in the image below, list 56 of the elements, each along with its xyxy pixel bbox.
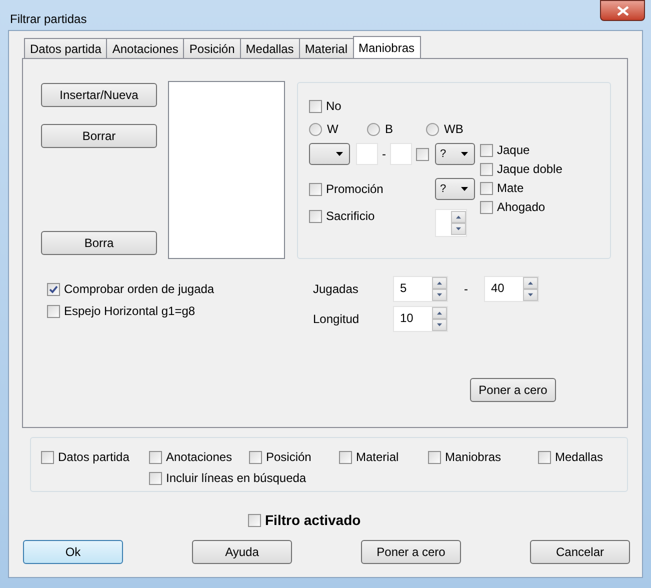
to-field[interactable] [390, 143, 412, 165]
filter-active-checkbox[interactable]: Filtro activado [248, 512, 361, 528]
reset-button[interactable]: Poner a cero [361, 540, 461, 564]
no-checkbox[interactable]: No [309, 98, 610, 114]
side-radio[interactable]: WB [426, 121, 476, 137]
moves-label: Jugadas [313, 281, 360, 298]
check-option-checkbox[interactable]: Ahogado [480, 199, 562, 215]
tab[interactable]: Medallas [240, 38, 300, 58]
dropdown[interactable] [309, 143, 350, 165]
tab[interactable]: Material [298, 38, 354, 58]
dash: - [463, 281, 469, 298]
capture-checkbox[interactable] [416, 146, 429, 162]
dash: - [381, 146, 387, 163]
sacrifice-checkbox[interactable]: Sacrificio [309, 208, 375, 224]
cancel-button[interactable]: Cancelar [530, 540, 630, 564]
spin-field[interactable] [435, 209, 467, 237]
side-radio[interactable]: B [367, 121, 426, 137]
close-button[interactable] [600, 0, 645, 21]
window-title: Filtrar partidas [10, 11, 87, 28]
move-list[interactable] [168, 81, 285, 259]
scope-checkbox[interactable]: Maniobras [428, 449, 538, 465]
option-checkbox[interactable]: Espejo Horizontal g1=g8 [47, 303, 313, 319]
check-option-checkbox[interactable]: Jaque doble [480, 161, 562, 177]
tab[interactable]: Posición [183, 38, 241, 58]
scope-checkbox[interactable]: Posición [249, 449, 339, 465]
include-lines-checkbox[interactable]: Incluir líneas en búsqueda [149, 470, 306, 486]
caret-icon [336, 152, 343, 156]
close-icon [616, 6, 628, 16]
scope-checkbox[interactable]: Medallas [538, 449, 618, 465]
help-button[interactable]: Ayuda [192, 540, 292, 564]
check-mark-icon [49, 284, 58, 294]
caret-icon [461, 152, 468, 156]
length-label: Longitud [313, 311, 360, 328]
side-radio[interactable]: W [309, 121, 367, 137]
option-checkbox[interactable]: Comprobar orden de jugada [47, 281, 313, 297]
scope-checkbox[interactable]: Anotaciones [149, 449, 249, 465]
tab[interactable]: Maniobras [352, 36, 421, 58]
reset-button[interactable]: Poner a cero [470, 378, 556, 402]
dropdown[interactable]: ? [435, 143, 475, 165]
spin-field[interactable]: 5 [393, 276, 448, 302]
dropdown[interactable]: ? [435, 178, 475, 200]
delete-button[interactable]: Borrar [41, 124, 157, 148]
caret-icon [461, 187, 468, 191]
insert-button[interactable]: Insertar/Nueva [41, 83, 157, 107]
scope-checkbox[interactable]: Datos partida [41, 449, 149, 465]
from-field[interactable] [356, 143, 378, 165]
check-option-checkbox[interactable]: Mate [480, 180, 562, 196]
tab[interactable]: Datos partida [24, 38, 108, 58]
ok-button[interactable]: Ok [23, 540, 123, 564]
delete-button[interactable]: Borra [41, 231, 157, 255]
spin-field[interactable]: 40 [484, 276, 539, 302]
spin-field[interactable]: 10 [393, 306, 448, 332]
scope-checkbox[interactable]: Material [339, 449, 428, 465]
promotion-checkbox[interactable]: Promoción [309, 181, 384, 197]
check-option-checkbox[interactable]: Jaque [480, 142, 562, 158]
tab[interactable]: Anotaciones [106, 38, 184, 58]
